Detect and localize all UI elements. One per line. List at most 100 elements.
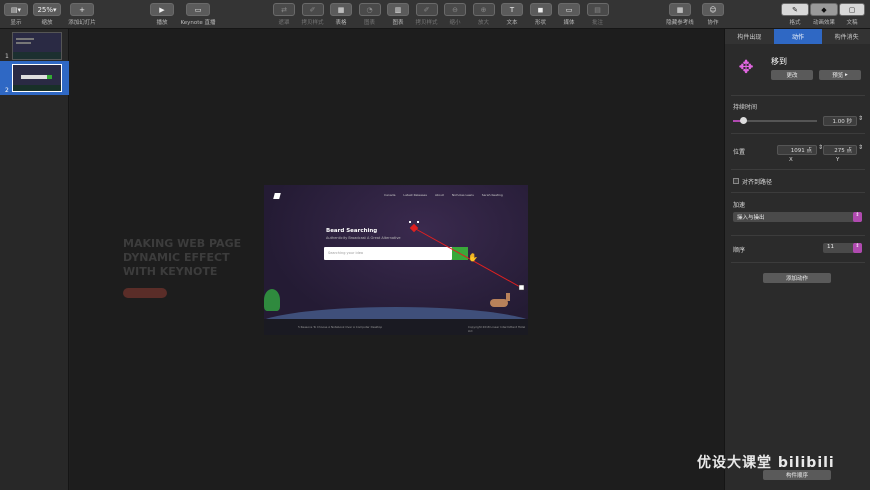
brush-icon: ✎ [781,3,809,16]
keynote-live-button[interactable]: ▭ Keynote 直播 [178,3,218,26]
tool-button[interactable]: ◔ 图表 [356,3,384,26]
tool-button[interactable]: T 文本 [498,3,526,26]
acceleration-label: 加速 [733,202,746,209]
slide-number: 2 [5,87,9,94]
action-name: 移到 [771,57,787,66]
divider [731,192,865,193]
tool-icon: T [501,3,523,16]
hide-guides-button[interactable]: ▦ 隐藏参考线 [660,3,700,26]
stepper-icon[interactable]: ⇕ [858,144,863,151]
order-select[interactable]: 11 ⇕ [823,243,862,253]
tool-label: 批注 [591,20,603,26]
tool-button[interactable]: ▭ 媒体 [555,3,583,26]
x-axis-label: X [789,157,793,163]
tool-button[interactable]: ▤ 批注 [584,3,612,26]
divider [731,235,865,236]
position-label: 位置 [733,149,746,156]
change-button[interactable]: 更改 [771,70,813,80]
tool-label: 图表 [363,20,375,26]
animation-tabs: 构件出现 动作 构件消失 [725,29,870,44]
move-icon: ✥ [738,57,754,78]
tool-label: 文本 [506,20,518,26]
position-y-field[interactable]: 275 点 [823,145,857,155]
tool-label: 媒体 [563,20,575,26]
add-action-button[interactable]: 添加动作 [763,273,831,283]
tool-icon: ⊕ [472,3,495,16]
zoom-select[interactable]: 25% ▾ [33,3,61,16]
collaborate-button[interactable]: ☺ 协作 [700,3,726,26]
divider [731,133,865,134]
tool-icon: ◼ [529,3,552,16]
tool-label: 表格 [335,20,347,26]
preview-button[interactable]: 预览 ▸ [819,70,861,80]
y-axis-label: Y [836,157,840,163]
slide-number: 1 [5,53,9,60]
tool-button[interactable]: ◼ 形状 [527,3,555,26]
duration-field[interactable]: 1.00 秒 [823,116,857,126]
stepper-icon[interactable]: ⇕ [858,115,863,122]
selection-handle[interactable] [409,221,411,223]
watermark: 优设大课堂 bilibili [697,455,835,471]
acceleration-select[interactable]: 操入与操出 ⇕ [733,212,862,222]
cursor-icon: ✋ [468,253,478,262]
slide-thumbnail-1[interactable] [12,32,62,60]
offstage-title-text: MAKING WEB PAGE DYNAMIC EFFECT WITH KEYN… [123,237,242,278]
tool-button[interactable]: ✐ 拷贝样式 [413,3,441,26]
slide-thumbnail-2[interactable] [12,64,62,92]
tool-label: 形状 [534,20,546,26]
tool-button[interactable]: ▥ 图表 [384,3,412,26]
motion-path[interactable] [264,185,528,335]
divider [731,169,865,170]
add-slide-button[interactable]: + 添加幻灯片 [64,3,100,26]
slide-canvas[interactable]: MAKING WEB PAGE DYNAMIC EFFECT WITH KEYN… [70,29,724,490]
tab-action[interactable]: 动作 [773,29,823,44]
slider-knob[interactable] [740,117,748,124]
slide-content[interactable]: Canada Latest Releases About Nicholas Le… [264,185,528,335]
align-path-checkbox[interactable] [733,178,739,184]
plus-icon: + [70,3,94,16]
tool-icon: ▭ [558,3,580,16]
duration-slider[interactable] [733,117,817,124]
tool-button[interactable]: ⊖ 缩小 [441,3,469,26]
tool-icon: ◔ [358,3,381,16]
tool-label: 遮罩 [278,20,290,26]
tool-button[interactable]: ⇄ 遮罩 [270,3,298,26]
collaborate-icon: ☺ [702,3,724,16]
offstage-button [123,288,167,298]
play-button[interactable]: ▶ 播放 [148,3,176,26]
path-end-handle[interactable] [518,284,525,291]
tool-label: 拷贝样式 [415,20,438,26]
tool-button[interactable]: ✐ 拷贝样式 [299,3,327,26]
animate-button[interactable]: ◆ 动画效果 [808,3,840,26]
play-icon: ▶ [150,3,174,16]
position-x-field[interactable]: 1091 点 [777,145,817,155]
tool-icon: ✐ [415,3,438,16]
format-button[interactable]: ✎ 格式 [780,3,810,26]
tool-label: 放大 [477,20,489,26]
selection-handle[interactable] [417,221,419,223]
divider [731,95,865,96]
tool-icon: ▤ [586,3,609,16]
zoom-control[interactable]: 25% ▾ 缩放 [32,3,62,26]
tool-button[interactable]: ▦ 表格 [327,3,355,26]
tool-label: 图表 [392,20,404,26]
tool-icon: ⇄ [273,3,295,16]
tool-label: 缩小 [449,20,461,26]
tab-build-in[interactable]: 构件出现 [725,29,774,44]
tool-button[interactable]: ⊕ 放大 [470,3,498,26]
tool-icon: ⊖ [444,3,466,16]
tab-build-out[interactable]: 构件消失 [822,29,870,44]
tool-label: 拷贝样式 [301,20,324,26]
path-start-handle[interactable] [409,223,419,233]
live-icon: ▭ [186,3,210,16]
align-path-label: 对齐到路径 [742,179,773,186]
view-button[interactable]: ▤▾ 显示 [2,3,30,26]
document-icon: ▢ [839,3,865,16]
tool-icon: ✐ [301,3,324,16]
animate-icon: ◆ [810,3,838,16]
duration-label: 持续时间 [733,104,758,111]
animation-inspector: 构件出现 动作 构件消失 ✥ 移到 更改 预览 ▸ 持续时间 1.00 秒 ⇕ … [724,29,870,490]
document-button[interactable]: ▢ 文稿 [838,3,866,26]
toolbar: ▤▾ 显示 25% ▾ 缩放 + 添加幻灯片 ▶ 播放 ▭ Keynote 直播 … [0,0,870,29]
chevron-updown-icon: ⇕ [853,243,862,253]
